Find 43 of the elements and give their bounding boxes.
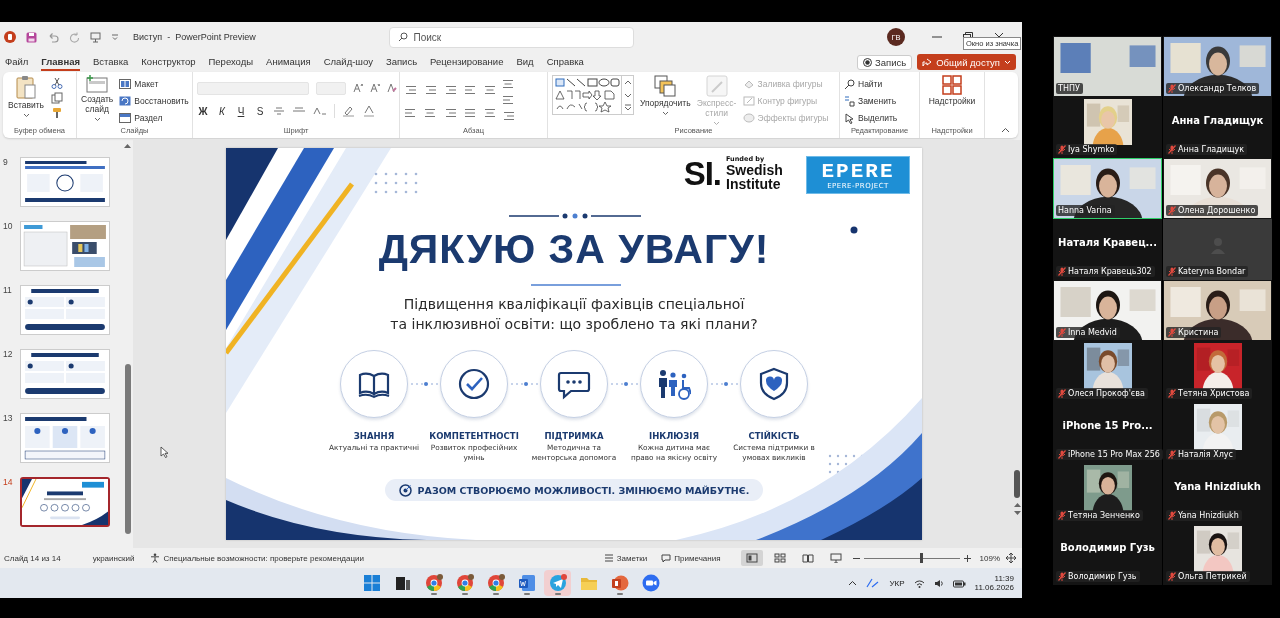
slide-number: 12 [2,349,14,359]
participant-display-name: iPhone 15 Pro... [1062,420,1153,431]
participant-name: Ольга Петрикей [1178,572,1247,581]
participant-display-name: Анна Гладищук [1171,115,1264,126]
participant-name: Kateryna Bondar [1178,267,1246,276]
participant-name: Олена Дорошенко [1178,206,1256,215]
pillar-title: ПІДТРИМКА [544,431,604,441]
participant-name: Hanna Varina [1058,206,1112,215]
participant-name: iPhone 15 Pro Max 256 [1068,450,1160,459]
window-title: Виступ - PowerPoint Preview [133,32,256,42]
pillar-title: ІНКЛЮЗІЯ [649,431,699,441]
slide-number: 9 [2,157,9,167]
participant-name: Олеся Прокоф'єва [1068,389,1145,398]
participant-name: Наталя Кравець302 [1068,267,1152,276]
slide-subtitle: Підвищення кваліфікації фахівців спеціальної [402,295,746,314]
motto-banner: РАЗОМ СТВОРЮЄМО МОЖЛИВОСТІ. ЗМІНЮЄМО МАЙБУТНЄ. [384,479,764,501]
participant-name: Inna Medvid [1068,328,1117,337]
participant-name: ТНПУ [1058,84,1080,93]
participant-name: Володимир Гузь [1068,572,1137,581]
participant-name: Тетяна Христова [1178,389,1250,398]
slide-number: 11 [2,285,13,295]
slide-subtitle: та інклюзивної освіти: що зроблено та які плани? [390,315,758,334]
slide-number: 14 [2,477,14,487]
participant-name: Анна Гладищук [1178,145,1245,154]
pillar-title: ЗНАННЯ [353,431,395,441]
slide-counter: Слайд 14 из 14 [4,553,61,563]
participant-name: Iya Shymko [1068,145,1115,154]
participant-display-name: Наталя Кравец... [1058,237,1157,248]
slide-number: 10 [2,221,14,231]
pillar-title: СТІЙКІСТЬ [748,431,800,441]
logo-name: Swedish Institute [726,162,784,191]
participant-name: Олександр Телков [1178,84,1257,93]
participant-display-name: Yana Hnizdiukh [1174,481,1261,492]
slide-number: 13 [2,413,14,423]
logo-name: EPERE [821,160,895,182]
pillar-title: КОМПЕТЕНТНОСТІ [429,431,519,441]
participant-name: Yana Hnizdiukh [1178,511,1239,520]
participant-name: Кристина [1178,328,1219,337]
slide-title: ДЯКУЮ ЗА УВАГУ! [378,226,770,272]
logo-mark: SI. [683,156,721,190]
participant-name: Тетяна Зенченко [1068,511,1140,520]
participant-display-name: Володимир Гузь [1060,542,1155,553]
participant-name: Наталія Хлус [1178,450,1233,459]
